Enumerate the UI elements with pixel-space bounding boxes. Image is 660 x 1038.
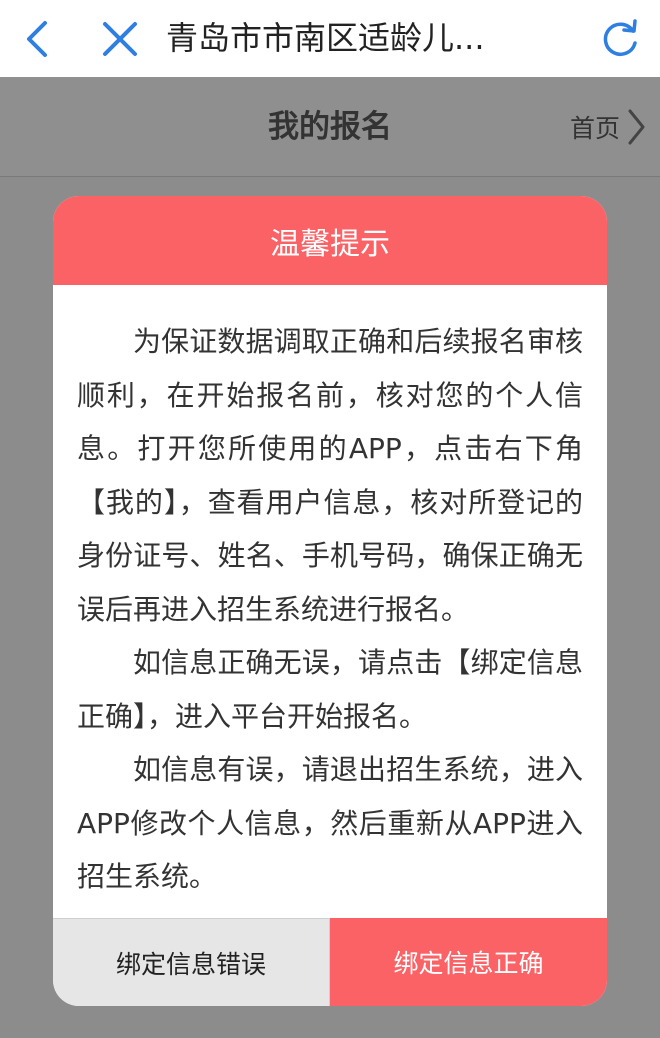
home-label: 首页 xyxy=(569,114,620,143)
modal-paragraph: 如信息有误，请退出招生系统，进入APP修改个人信息，然后重新从APP进入招生系统… xyxy=(77,753,583,893)
bind-info-wrong-button[interactable]: 绑定信息错误 xyxy=(53,918,330,1006)
page-header: 我的报名 首页 xyxy=(0,77,660,177)
refresh-icon xyxy=(603,18,637,56)
close-button[interactable] xyxy=(90,0,150,77)
chevron-right-icon xyxy=(628,109,645,145)
browser-toolbar: 青岛市市南区适龄儿... xyxy=(0,0,660,77)
modal-paragraph: 如信息正确无误，请点击【绑定信息正确】，进入平台开始报名。 xyxy=(77,646,583,733)
page-title: 我的报名 xyxy=(268,109,392,145)
tip-modal: 温馨提示 为保证数据调取正确和后续报名审核顺利，在开始报名前，核对您的个人信息。… xyxy=(53,196,607,1006)
home-link[interactable]: 首页 xyxy=(570,77,646,177)
modal-title: 温馨提示 xyxy=(270,226,390,262)
bind-info-correct-button[interactable]: 绑定信息正确 xyxy=(330,918,607,1006)
browser-title: 青岛市市南区适龄儿... xyxy=(166,19,485,57)
chevron-left-icon xyxy=(27,20,47,57)
back-button[interactable] xyxy=(8,0,68,77)
modal-footer: 绑定信息错误 绑定信息正确 xyxy=(53,918,607,1006)
modal-body: 为保证数据调取正确和后续报名审核顺利，在开始报名前，核对您的个人信息。打开您所使… xyxy=(53,285,607,904)
modal-paragraph: 为保证数据调取正确和后续报名审核顺利，在开始报名前，核对您的个人信息。打开您所使… xyxy=(77,325,583,626)
close-icon xyxy=(103,21,137,56)
refresh-button[interactable] xyxy=(590,0,650,77)
modal-header: 温馨提示 xyxy=(53,196,607,285)
